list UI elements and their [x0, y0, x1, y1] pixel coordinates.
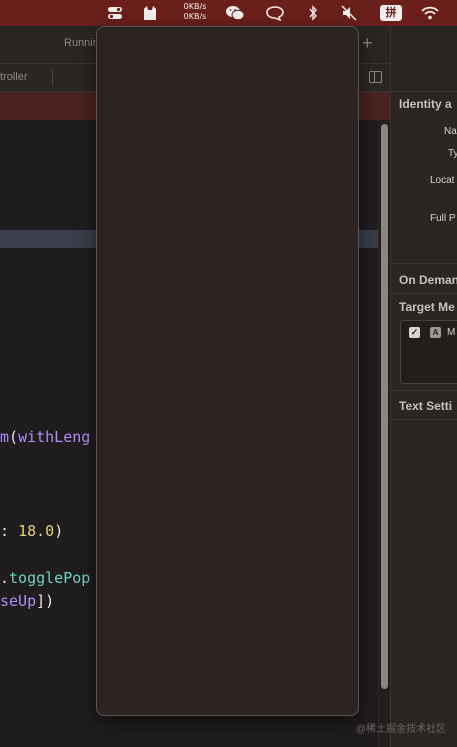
- wifi-icon[interactable]: [420, 3, 440, 23]
- inspector-divider: [391, 293, 457, 294]
- identity-heading: Identity a: [399, 97, 452, 111]
- inspector-divider: [391, 419, 457, 420]
- input-method-icon[interactable]: 拼: [379, 3, 403, 23]
- tab-running[interactable]: Runnin: [64, 37, 99, 49]
- sidebar-toggle-icon[interactable]: [369, 71, 382, 83]
- control-center-icon[interactable]: [106, 3, 124, 23]
- bluetooth-icon[interactable]: [305, 3, 321, 23]
- code-line: seUp]): [0, 592, 55, 610]
- editor-scroll-thumb[interactable]: [381, 124, 388, 689]
- code-line: .togglePop: [0, 569, 91, 587]
- watermark: @稀土掘金技术社区: [356, 724, 447, 735]
- text-settings-heading: Text Setti: [399, 399, 453, 413]
- target-membership-heading: Target Me: [399, 300, 455, 314]
- network-speed: 0KB/s 0KB/s: [183, 2, 207, 21]
- chat-bubble-icon[interactable]: [264, 3, 286, 23]
- code-line: : 18.0): [0, 522, 64, 540]
- inspector-divider: [391, 390, 457, 391]
- app-target-icon: A: [430, 327, 441, 338]
- status-bar-popover[interactable]: [96, 26, 359, 716]
- location-label: Locat: [430, 175, 455, 186]
- type-label: Ty: [448, 148, 457, 159]
- cat-app-icon[interactable]: [141, 3, 159, 23]
- jump-bar-file[interactable]: troller: [0, 71, 28, 83]
- screen: Runnin + troller m(withLeng : 18.0) .tog…: [0, 0, 457, 747]
- target-checkbox[interactable]: ✓: [409, 327, 420, 338]
- on-demand-heading: On Deman: [399, 273, 457, 287]
- mute-icon[interactable]: [340, 3, 358, 23]
- full-path-label: Full P: [430, 213, 456, 224]
- code-line: m(withLeng: [0, 428, 91, 446]
- name-label: Na: [444, 126, 457, 137]
- add-tab-button[interactable]: +: [362, 33, 373, 54]
- target-item-label: M: [447, 327, 456, 338]
- inspector-toolbar: [390, 64, 457, 92]
- inspector-divider: [391, 263, 457, 264]
- jump-bar-separator: [52, 70, 53, 86]
- wechat-icon[interactable]: [224, 3, 246, 23]
